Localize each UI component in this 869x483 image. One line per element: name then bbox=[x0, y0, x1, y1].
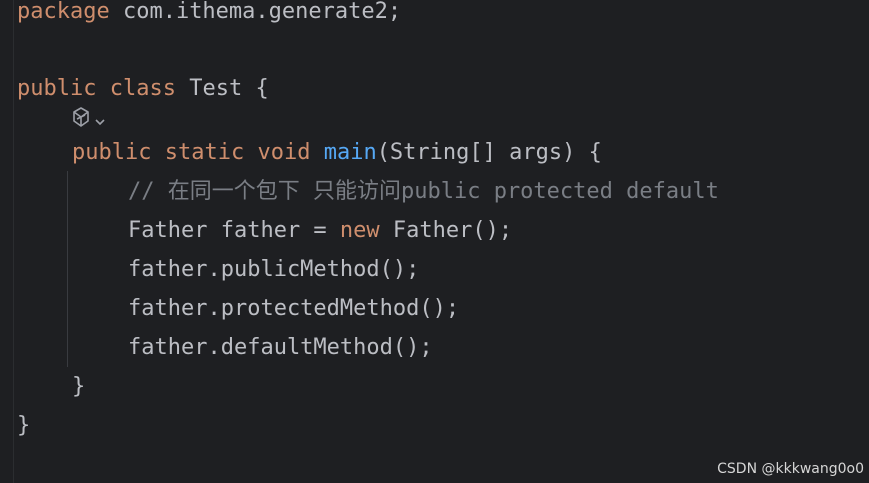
keyword-new: new bbox=[339, 218, 380, 243]
keyword-static: static bbox=[164, 140, 245, 165]
method-name-main: main bbox=[323, 140, 377, 165]
watermark: CSDN @kkkwang0o0 bbox=[717, 461, 864, 477]
code-editor[interactable]: package com.ithema.generate2; public cla… bbox=[0, 0, 869, 483]
keyword-public: public bbox=[17, 76, 97, 101]
default-method-call: father.defaultMethod(); bbox=[128, 335, 433, 360]
protected-method-call: father.protectedMethod(); bbox=[128, 296, 460, 321]
code-line-public-method[interactable]: father.publicMethod(); bbox=[128, 255, 419, 285]
public-method-call: father.publicMethod(); bbox=[128, 257, 420, 282]
keyword-class: class bbox=[109, 76, 176, 101]
keyword-package: package bbox=[17, 0, 110, 24]
code-line-new-father[interactable]: Father father = new Father(); bbox=[128, 216, 512, 246]
keyword-void: void bbox=[257, 140, 311, 165]
constructor-call: Father(); bbox=[379, 218, 513, 243]
code-line-main-method[interactable]: public static void main(String[] args) { bbox=[72, 138, 602, 168]
variable-declaration: Father father = bbox=[128, 218, 340, 243]
code-line-default-method[interactable]: father.defaultMethod(); bbox=[128, 333, 433, 363]
code-line-protected-method[interactable]: father.protectedMethod(); bbox=[128, 294, 459, 324]
method-params: (String[] args) { bbox=[376, 140, 602, 165]
ai-assistant-icon bbox=[70, 106, 92, 134]
keyword-public: public bbox=[72, 140, 152, 165]
code-line-close-class[interactable]: } bbox=[17, 411, 30, 441]
package-name: com.ithema.generate2; bbox=[109, 0, 402, 24]
closing-brace-class: } bbox=[17, 413, 31, 438]
gutter-divider bbox=[13, 0, 14, 483]
indent-guide bbox=[67, 171, 68, 367]
closing-brace-method: } bbox=[72, 374, 86, 399]
class-name: Test { bbox=[175, 76, 269, 101]
chevron-down-icon bbox=[94, 108, 106, 133]
code-line-close-method[interactable]: } bbox=[72, 372, 85, 402]
ai-assistant-hint[interactable] bbox=[70, 106, 110, 134]
code-line-package[interactable]: package com.ithema.generate2; bbox=[17, 0, 401, 27]
code-line-comment[interactable]: // 在同一个包下 只能访问public protected default bbox=[128, 177, 719, 207]
comment-text: // 在同一个包下 只能访问public protected default bbox=[128, 179, 719, 204]
code-line-class-declaration[interactable]: public class Test { bbox=[17, 74, 269, 104]
